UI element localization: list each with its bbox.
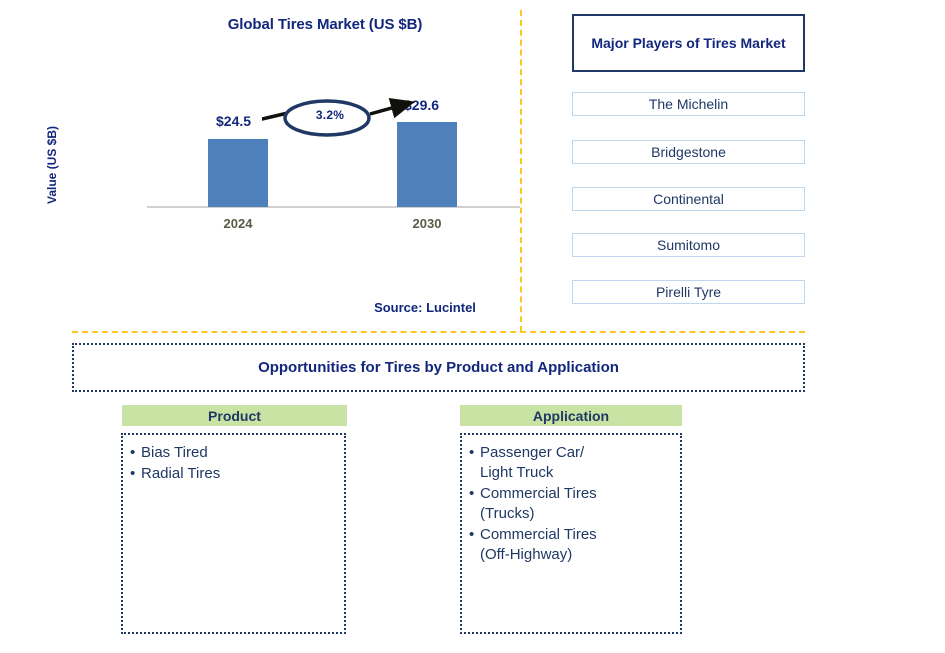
list-item: Commercial Tires (Off-Highway) [468, 525, 676, 565]
product-column-header: Product [122, 405, 347, 426]
list-item: Commercial Tires (Trucks) [468, 484, 676, 524]
opportunities-banner-label: Opportunities for Tires by Product and A… [258, 359, 619, 376]
product-column-header-label: Product [208, 407, 261, 424]
player-label: Bridgestone [651, 144, 726, 160]
player-item-the-michelin[interactable]: The Michelin [572, 92, 805, 116]
player-label: Continental [653, 191, 724, 207]
player-item-bridgestone[interactable]: Bridgestone [572, 140, 805, 164]
list-item: Radial Tires [129, 464, 340, 484]
player-item-continental[interactable]: Continental [572, 187, 805, 211]
cagr-value-label: 3.2% [315, 108, 345, 122]
player-label: Sumitomo [656, 237, 721, 253]
player-label: Pirelli Tyre [655, 284, 722, 300]
bar-2024 [208, 139, 268, 207]
players-panel-header-label: Major Players of Tires Market [591, 35, 786, 51]
vertical-divider [520, 10, 522, 332]
source-label: Source: Lucintel [374, 300, 476, 315]
players-panel-header: Major Players of Tires Market [572, 14, 805, 72]
y-axis-label: Value (US $B) [45, 125, 59, 205]
application-column-header: Application [460, 405, 682, 426]
bar-value-2024: $24.5 [216, 113, 252, 129]
chart-axis-baseline [147, 206, 520, 208]
list-item: Bias Tired [129, 443, 340, 463]
opportunities-banner: Opportunities for Tires by Product and A… [72, 343, 805, 392]
x-tick-2030: 2030 [412, 216, 442, 231]
application-column-header-label: Application [532, 407, 610, 424]
infographic-canvas: Global Tires Market (US $B) Value (US $B… [0, 0, 945, 653]
x-tick-2024: 2024 [223, 216, 253, 231]
product-column-body: Bias Tired Radial Tires [121, 433, 346, 634]
list-item: Passenger Car/ Light Truck [468, 443, 676, 483]
application-column-body: Passenger Car/ Light Truck Commercial Ti… [460, 433, 682, 634]
horizontal-divider [72, 331, 805, 333]
player-item-sumitomo[interactable]: Sumitomo [572, 233, 805, 257]
player-item-pirelli-tyre[interactable]: Pirelli Tyre [572, 280, 805, 304]
player-label: The Michelin [648, 96, 729, 112]
chart-title: Global Tires Market (US $B) [227, 16, 423, 33]
